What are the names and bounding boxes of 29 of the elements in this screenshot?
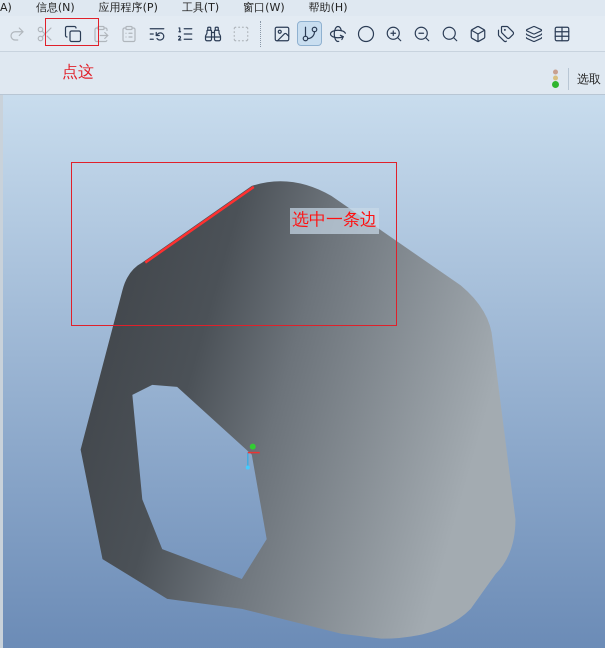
cut-icon (36, 24, 54, 42)
annotation-text: 选中一条边 (290, 208, 379, 234)
paste-icon (92, 24, 110, 42)
datum-nodes-icon (300, 24, 318, 42)
spin-center-icon (328, 24, 346, 42)
menu-item[interactable]: 信息(N) (36, 1, 75, 15)
menu-item[interactable]: 窗口(W) (243, 1, 285, 15)
toolbar-button[interactable] (297, 21, 322, 46)
traffic-light-icon (551, 69, 560, 89)
clipboard-list-icon (120, 24, 138, 42)
axis-triad-icon (246, 444, 260, 470)
binoculars-icon (204, 24, 222, 42)
menu-item[interactable]: 工具(T) (182, 1, 220, 15)
redo-icon (8, 24, 26, 42)
picture-frame-icon (272, 24, 290, 42)
refit-icon (440, 24, 458, 42)
menu-item[interactable]: A) (0, 1, 12, 15)
menu-item[interactable]: 应用程序(P) (98, 1, 158, 15)
selected-edge[interactable] (144, 186, 254, 264)
copy-icon (64, 24, 82, 42)
annotation-text: 点这 (62, 61, 94, 83)
zoom-out-icon (412, 24, 430, 42)
filter-label: 选取 (577, 71, 601, 88)
zoom-in-icon (384, 24, 402, 42)
layers-icon (524, 24, 542, 42)
dashed-box-icon (232, 24, 250, 42)
annotation-box (45, 18, 99, 46)
sphere-icon (356, 24, 374, 42)
menu-item[interactable]: 帮助(H) (308, 1, 348, 15)
